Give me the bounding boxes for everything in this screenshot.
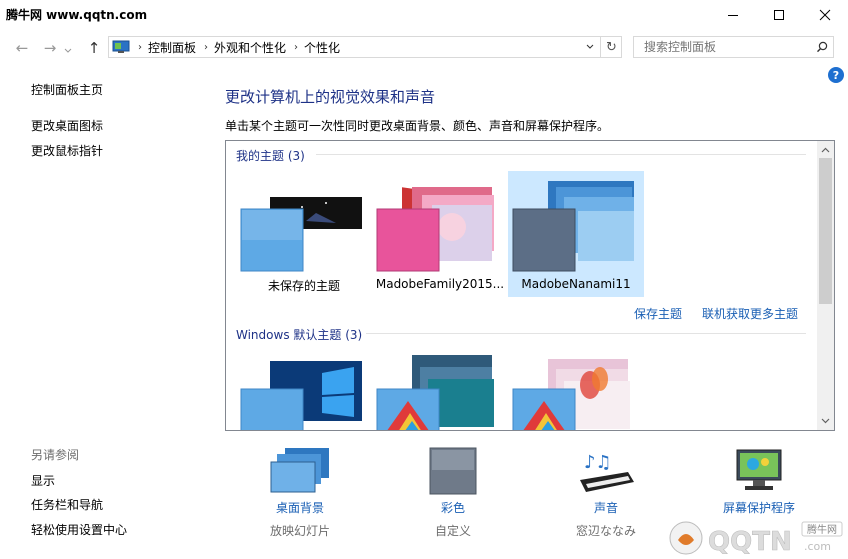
- sidebar-item-mouse-pointers[interactable]: 更改鼠标指针: [31, 142, 103, 159]
- page-description: 单击某个主题可一次性同时更改桌面背景、颜色、声音和屏幕保护程序。: [225, 119, 610, 133]
- breadcrumb-personalization[interactable]: 个性化: [304, 39, 340, 56]
- color-item[interactable]: 彩色 自定义: [393, 446, 513, 539]
- desktop-background-label[interactable]: 桌面背景: [240, 499, 360, 516]
- see-also-ease-of-access[interactable]: 轻松使用设置中心: [31, 521, 127, 538]
- theme-preview-madobe-nanami: [512, 181, 634, 272]
- breadcrumb-separator-icon: ›: [294, 41, 299, 53]
- minimize-button[interactable]: [710, 0, 756, 30]
- theme-preview-lines: [376, 355, 494, 430]
- theme-preview-madobe-family: [376, 187, 494, 272]
- svg-text:腾牛网: 腾牛网: [807, 523, 837, 536]
- svg-text:.com: .com: [804, 540, 831, 553]
- theme-madobe-nanami[interactable]: MadobeNanami11: [508, 171, 644, 297]
- refresh-button[interactable]: ↻: [600, 36, 622, 58]
- theme-windows[interactable]: [236, 355, 372, 430]
- theme-list[interactable]: 我的主题 (3) 未保存的主题 MadobeFamily2015... Mado…: [225, 140, 835, 431]
- sound-value: 窓辺ななみ: [575, 524, 636, 538]
- theme-madobe-family[interactable]: MadobeFamily2015...: [372, 177, 508, 297]
- search-box[interactable]: [633, 36, 834, 58]
- theme-name: MadobeNanami11: [521, 277, 631, 291]
- desktop-background-icon: [270, 448, 329, 493]
- refresh-icon: ↻: [606, 39, 617, 55]
- theme-windows-flowers[interactable]: [508, 355, 644, 430]
- group-divider: [316, 154, 806, 155]
- maximize-icon: [774, 10, 784, 20]
- maximize-button[interactable]: [756, 0, 802, 30]
- get-more-themes-link[interactable]: 联机获取更多主题: [702, 305, 798, 322]
- svg-text:♪♫: ♪♫: [584, 452, 612, 473]
- color-swatch-icon: [429, 447, 477, 495]
- scroll-down-icon[interactable]: [817, 414, 834, 428]
- color-value: 自定义: [434, 524, 471, 538]
- theme-name: 未保存的主题: [267, 279, 340, 293]
- windows-themes-heading: Windows 默认主题 (3): [236, 328, 363, 342]
- sound-label[interactable]: 声音: [546, 499, 666, 516]
- group-divider: [366, 333, 806, 334]
- svg-text:QQTN: QQTN: [708, 527, 792, 556]
- qqtn-watermark-logo: QQTN .com 腾牛网: [668, 520, 846, 557]
- back-arrow-icon: ←: [15, 39, 29, 57]
- theme-windows-lines[interactable]: [372, 355, 508, 430]
- watermark-text: 腾牛网 www.qqtn.com: [6, 8, 148, 22]
- search-input[interactable]: [642, 39, 816, 55]
- breadcrumb-separator-icon: ›: [204, 41, 209, 53]
- chevron-down-icon: [586, 44, 594, 49]
- color-label[interactable]: 彩色: [393, 499, 513, 516]
- address-bar[interactable]: › 控制面板 › 外观和个性化 › 个性化: [108, 36, 622, 58]
- desktop-background-value: 放映幻灯片: [269, 524, 330, 538]
- chevron-down-icon: [64, 48, 72, 53]
- minimize-icon: [728, 15, 738, 16]
- page-title: 更改计算机上的视觉效果和声音: [225, 88, 436, 106]
- back-button[interactable]: ←: [12, 38, 32, 58]
- sidebar-item-control-panel-home[interactable]: 控制面板主页: [31, 81, 103, 98]
- scrollbar-thumb[interactable]: [819, 158, 832, 304]
- breadcrumb-separator-icon: ›: [138, 41, 142, 53]
- see-also-heading: 另请参阅: [31, 448, 80, 462]
- desktop-background-item[interactable]: 桌面背景 放映幻灯片: [240, 446, 360, 539]
- control-panel-icon: [112, 40, 130, 53]
- theme-preview-windows: [240, 361, 362, 430]
- theme-list-scrollbar[interactable]: [817, 141, 834, 430]
- screensaver-label[interactable]: 屏幕保护程序: [699, 499, 819, 516]
- close-icon: [819, 9, 831, 21]
- theme-unsaved[interactable]: 未保存的主题: [236, 177, 372, 297]
- search-icon[interactable]: [816, 41, 828, 53]
- sidebar-item-desktop-icons[interactable]: 更改桌面图标: [31, 117, 103, 134]
- breadcrumb-appearance[interactable]: 外观和个性化: [214, 39, 286, 56]
- sound-piano-icon: ♪♫: [580, 452, 634, 492]
- scroll-up-icon[interactable]: [817, 143, 834, 157]
- sound-item[interactable]: ♪♫ 声音 窓辺ななみ: [546, 446, 666, 539]
- forward-arrow-icon: →: [43, 39, 57, 57]
- help-icon[interactable]: ?: [828, 67, 844, 83]
- close-button[interactable]: [802, 0, 848, 30]
- recent-dropdown-button[interactable]: [64, 44, 72, 53]
- theme-preview-unsaved: [240, 197, 362, 272]
- save-theme-link[interactable]: 保存主题: [634, 305, 682, 322]
- theme-preview-flowers: [512, 359, 630, 430]
- my-themes-heading: 我的主题 (3): [236, 149, 305, 163]
- address-dropdown-button[interactable]: [585, 41, 595, 55]
- see-also-taskbar[interactable]: 任务栏和导航: [31, 496, 103, 513]
- screensaver-icon: [736, 449, 782, 490]
- theme-name: MadobeFamily2015...: [375, 277, 505, 291]
- up-button[interactable]: ↑: [84, 38, 104, 58]
- forward-button[interactable]: →: [40, 38, 60, 58]
- up-arrow-icon: ↑: [87, 39, 101, 57]
- see-also-display[interactable]: 显示: [31, 472, 55, 489]
- qqtn-logo-icon: QQTN .com 腾牛网: [669, 521, 843, 557]
- screensaver-item[interactable]: 屏幕保护程序: [699, 446, 819, 522]
- breadcrumb-control-panel[interactable]: 控制面板: [148, 39, 196, 56]
